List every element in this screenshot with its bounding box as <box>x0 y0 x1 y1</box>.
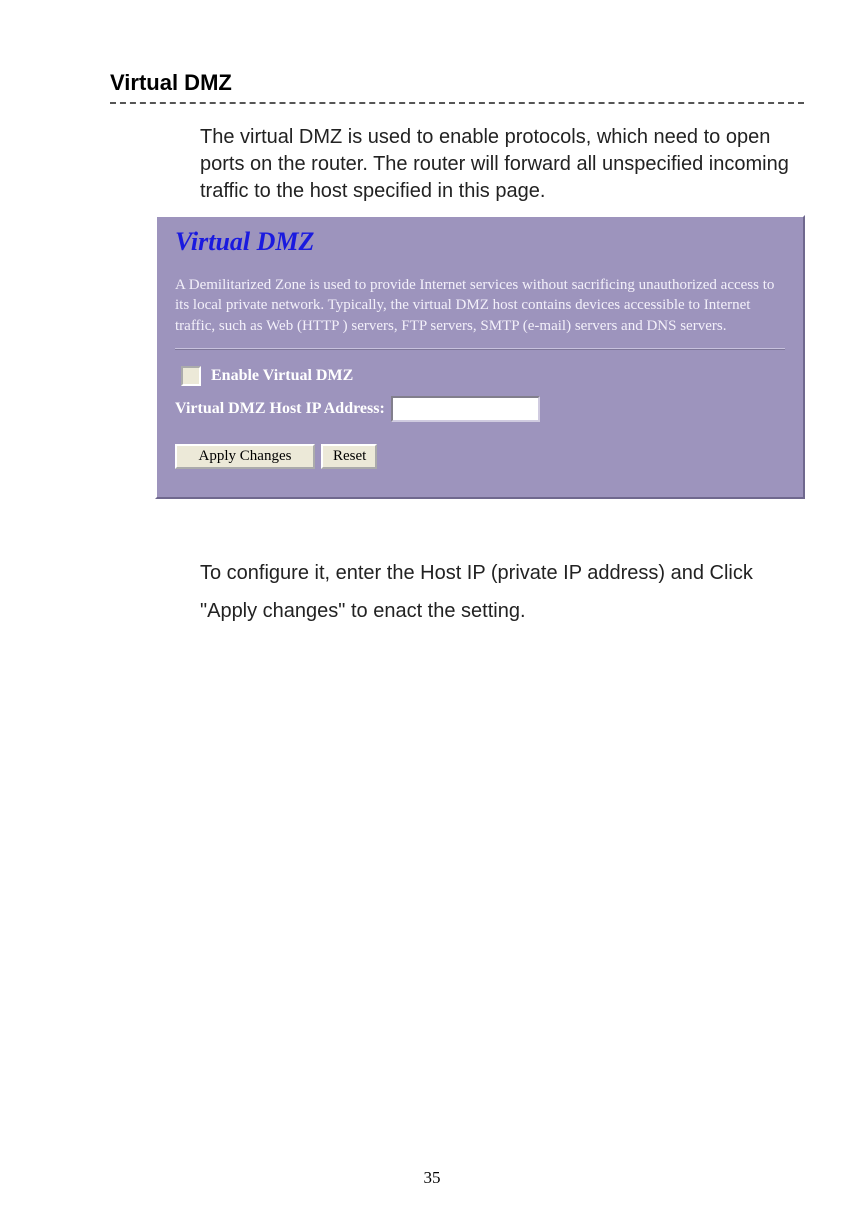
panel-description: A Demilitarized Zone is used to provide … <box>175 275 785 336</box>
reset-button[interactable]: Reset <box>321 444 377 469</box>
button-row: Apply Changes Reset <box>175 444 785 469</box>
section-heading: Virtual DMZ <box>110 70 804 96</box>
followup-paragraph: To configure it, enter the Host IP (priv… <box>200 554 804 630</box>
enable-dmz-label: Enable Virtual DMZ <box>211 367 353 385</box>
ip-address-label: Virtual DMZ Host IP Address: <box>175 400 385 418</box>
page-number: 35 <box>0 1168 864 1188</box>
ip-address-input[interactable] <box>391 396 540 422</box>
enable-dmz-checkbox[interactable] <box>181 366 201 386</box>
section-divider <box>110 102 804 104</box>
panel-divider <box>175 348 785 350</box>
enable-dmz-row: Enable Virtual DMZ <box>175 366 785 386</box>
apply-changes-button[interactable]: Apply Changes <box>175 444 315 469</box>
panel-title: Virtual DMZ <box>175 227 785 257</box>
intro-paragraph: The virtual DMZ is used to enable protoc… <box>200 124 804 205</box>
virtual-dmz-panel: Virtual DMZ A Demilitarized Zone is used… <box>155 215 805 499</box>
ip-address-row: Virtual DMZ Host IP Address: <box>175 396 785 422</box>
